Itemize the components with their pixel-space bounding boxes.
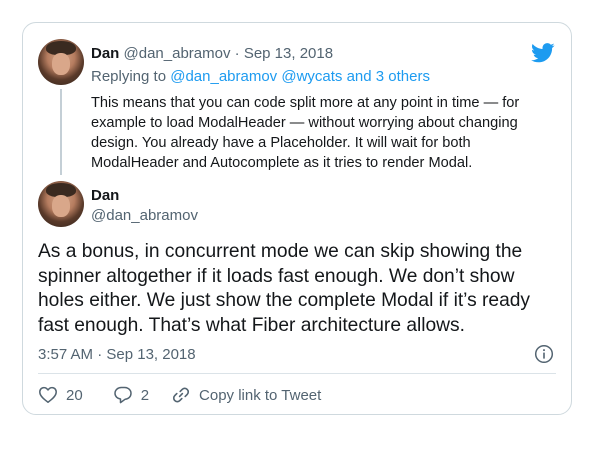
replying-others-link[interactable]: and 3 others xyxy=(347,68,430,85)
reply-author-name[interactable]: Dan xyxy=(91,45,119,62)
comment-bubble-icon xyxy=(113,386,132,404)
replying-prefix: Replying to xyxy=(91,68,167,85)
reply-date-separator: · xyxy=(234,45,240,62)
reply-author-avatar[interactable] xyxy=(38,39,84,85)
heart-icon xyxy=(39,386,57,403)
reply-author-handle[interactable]: @dan_abramov xyxy=(124,45,231,62)
link-icon xyxy=(172,387,190,403)
main-author-name[interactable]: Dan xyxy=(91,187,119,204)
main-author-avatar[interactable] xyxy=(38,181,84,227)
like-button[interactable]: 20 xyxy=(38,385,83,405)
action-divider xyxy=(38,373,556,374)
reply-header: Dan @dan_abramov · Sep 13, 2018 xyxy=(91,45,333,62)
like-count: 20 xyxy=(66,386,83,404)
thread-connector-line xyxy=(60,89,62,175)
info-icon[interactable] xyxy=(534,344,554,364)
copy-link-button[interactable]: Copy link to Tweet xyxy=(171,385,321,405)
tweet-timestamp[interactable]: 3:57 AM · Sep 13, 2018 xyxy=(38,346,196,363)
reply-tweet-text: This means that you can code split more … xyxy=(91,95,520,171)
tweet-actions-bar: 20 2 Copy link to Tweet xyxy=(38,385,337,405)
reply-button[interactable]: 2 xyxy=(113,385,149,405)
replying-users-link[interactable]: @dan_abramov @wycats xyxy=(170,68,342,85)
tweet-card[interactable]: Dan @dan_abramov · Sep 13, 2018 Replying… xyxy=(22,22,572,415)
replying-to-line: Replying to @dan_abramov @wycats and 3 o… xyxy=(91,68,430,85)
twitter-bird-icon[interactable] xyxy=(531,43,555,63)
reply-count: 2 xyxy=(140,386,150,404)
reply-date[interactable]: Sep 13, 2018 xyxy=(244,45,333,62)
copy-link-label: Copy link to Tweet xyxy=(199,386,322,404)
main-tweet-text: As a bonus, in concurrent mode we can sk… xyxy=(38,241,531,336)
main-author-handle[interactable]: @dan_abramov xyxy=(91,207,198,224)
